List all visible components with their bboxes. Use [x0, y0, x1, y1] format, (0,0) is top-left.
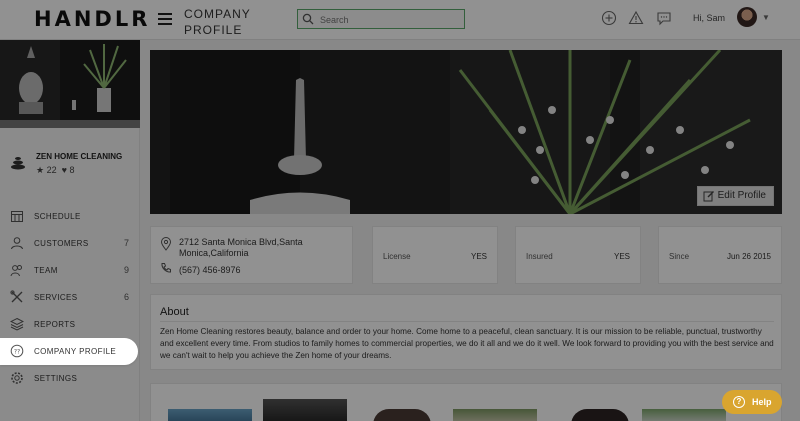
cover-photo: Edit Profile [150, 50, 782, 214]
search-icon [302, 13, 314, 25]
gallery-card [150, 383, 782, 421]
gallery-thumb[interactable] [168, 409, 252, 421]
team-icon [10, 265, 22, 277]
gallery-thumb[interactable] [263, 399, 347, 421]
cover-image [150, 50, 782, 214]
sidebar-item-label: TEAM [34, 266, 58, 275]
gallery-thumb[interactable] [571, 409, 629, 421]
sidebar-nav: SCHEDULE CUSTOMERS 7 TEAM 9 SERVICES 6 R… [0, 203, 140, 392]
insured-value: YES [613, 252, 630, 261]
sidebar-item-count: 6 [124, 292, 130, 302]
divider [160, 321, 774, 322]
sidebar-item-label: SERVICES [34, 293, 78, 302]
alert-icon[interactable] [628, 10, 644, 26]
page-title: COMPANY PROFILE [184, 7, 251, 37]
sidebar-item-count: 7 [124, 238, 130, 248]
insured-label: Insured [526, 252, 553, 261]
since-card: Since Jun 26 2015 [658, 226, 782, 284]
about-card: About Zen Home Cleaning restores beauty,… [150, 294, 782, 370]
likes-count: 8 [69, 165, 75, 175]
business-name: ZEN HOME CLEANING [36, 152, 123, 161]
help-label: Help [752, 397, 772, 407]
rating-count: 22 [46, 165, 57, 175]
top-header: HANDLR COMPANY PROFILE Hi, Sam ▼ [0, 0, 800, 40]
since-label: Since [669, 252, 690, 261]
chevron-down-icon[interactable]: ▼ [762, 13, 770, 22]
sidebar-item-label: SETTINGS [34, 374, 78, 383]
star-icon: ★ [36, 165, 45, 175]
gallery-thumb[interactable] [642, 409, 726, 421]
edit-profile-button[interactable]: Edit Profile [696, 186, 774, 206]
search-input[interactable] [320, 12, 460, 27]
edit-icon [703, 191, 714, 202]
business-logo-icon [11, 157, 25, 170]
business-phone[interactable]: (567) 456-8976 [179, 265, 241, 275]
sidebar-item-team[interactable]: TEAM 9 [0, 257, 140, 284]
sidebar-item-count: 9 [124, 265, 130, 275]
license-card: License YES [372, 226, 498, 284]
sidebar-item-label: COMPANY PROFILE [34, 347, 117, 356]
heart-icon: ♥ [61, 165, 67, 175]
phone-icon [161, 263, 171, 273]
question-icon: ? [733, 396, 745, 408]
business-address: 2712 Santa Monica Blvd,Santa Monica,Cali… [179, 237, 303, 258]
sidebar-item-label: REPORTS [34, 320, 76, 329]
about-heading: About [160, 306, 189, 318]
gallery-thumb[interactable] [453, 409, 537, 421]
user-greeting[interactable]: Hi, Sam [693, 13, 725, 23]
sidebar-item-label: SCHEDULE [34, 212, 81, 221]
avatar[interactable] [737, 7, 757, 27]
license-value: YES [470, 252, 487, 261]
edit-profile-label: Edit Profile [717, 190, 766, 201]
insured-card: Insured YES [515, 226, 641, 284]
sidebar-item-customers[interactable]: CUSTOMERS 7 [0, 230, 140, 257]
help-button[interactable]: ? Help [722, 390, 782, 414]
business-photo [0, 40, 140, 128]
license-label: License [383, 252, 411, 261]
user-icon [11, 237, 23, 250]
tools-icon [10, 290, 23, 303]
sidebar-item-reports[interactable]: REPORTS [0, 311, 140, 338]
search-box[interactable] [297, 9, 465, 29]
calendar-icon [11, 211, 23, 222]
handlr-logo[interactable]: HANDLR [34, 7, 150, 31]
since-value: Jun 26 2015 [726, 252, 771, 261]
about-text: Zen Home Cleaning restores beauty, balan… [160, 327, 774, 361]
chat-icon[interactable] [656, 10, 672, 26]
company-icon: ?? [10, 344, 24, 358]
menu-icon[interactable] [158, 13, 172, 25]
gallery-thumb[interactable] [373, 409, 431, 421]
sidebar-item-services[interactable]: SERVICES 6 [0, 284, 140, 311]
sidebar-item-schedule[interactable]: SCHEDULE [0, 203, 140, 230]
sidebar-item-company-profile[interactable]: ?? COMPANY PROFILE [0, 338, 138, 365]
sidebar-item-label: CUSTOMERS [34, 239, 89, 248]
gear-icon [11, 372, 23, 384]
location-pin-icon [160, 237, 172, 251]
contact-card: 2712 Santa Monica Blvd,Santa Monica,Cali… [150, 226, 353, 284]
layers-icon [10, 317, 24, 331]
sidebar: ZEN HOME CLEANING ★ 22 ♥ 8 SCHEDULE CUST… [0, 40, 140, 421]
add-icon[interactable] [601, 10, 617, 26]
business-stats: ★ 22 ♥ 8 [36, 165, 75, 176]
buddha-vase-image [0, 40, 140, 120]
sidebar-item-settings[interactable]: SETTINGS [0, 365, 140, 392]
svg-text:??: ?? [14, 349, 20, 356]
